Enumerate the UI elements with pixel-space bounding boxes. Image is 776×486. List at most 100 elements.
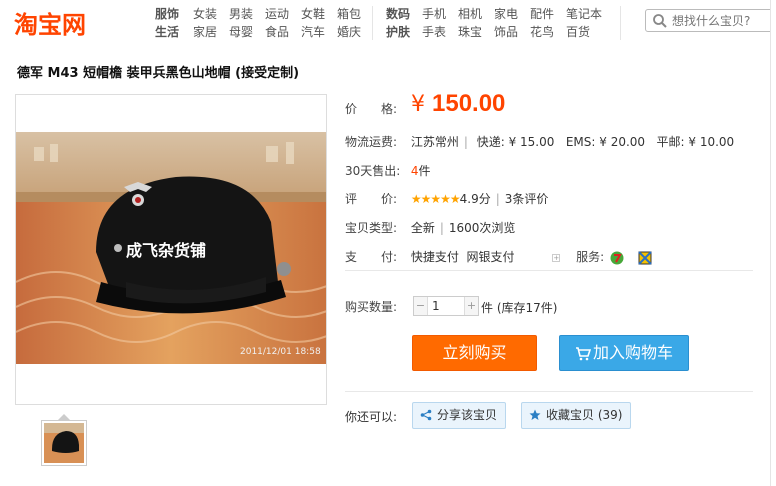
cart-icon [575, 346, 592, 360]
nav-link[interactable]: 笔记本 [566, 5, 602, 23]
qty-decrease-button[interactable]: − [414, 297, 428, 315]
type-label: 宝贝类型: [345, 221, 398, 235]
product-image-frame: 2011/12/01 18:58 成飞杂货铺 [15, 94, 327, 405]
product-title: 德军 M43 短帽檐 装甲兵黑色山地帽 (接受定制) [17, 66, 300, 81]
sold-row: 30天售出: 4件 [345, 162, 430, 179]
rating-score: 4.9分 [459, 192, 491, 206]
nav-column-10: 笔记本 百货 [566, 5, 602, 41]
nav-column-4: 女鞋 汽车 [301, 5, 325, 41]
rating-row: 评 价: ★★★★★4.9分 | 3条评价 [345, 190, 548, 207]
nav-column-1: 女装 家居 [193, 5, 217, 41]
add-to-cart-label: 加入购物车 [592, 343, 673, 362]
nav-divider [372, 6, 373, 40]
share-button[interactable]: 分享该宝贝 [412, 402, 507, 429]
rating-count-link[interactable]: 3条评价 [505, 192, 549, 206]
nav-link[interactable]: 花鸟 [530, 23, 554, 41]
nav-heading-shenghuo[interactable]: 生活 [155, 23, 179, 41]
favorite-label: 收藏宝贝 (39) [546, 408, 623, 422]
qty-increase-button[interactable]: + [464, 297, 478, 315]
star-icon [529, 409, 541, 420]
nav-link[interactable]: 女装 [193, 5, 217, 23]
shipping-row: 物流运费: 江苏常州 | 快递: ¥ 15.00 EMS: ¥ 20.00 平邮:… [345, 133, 734, 150]
pay-quick: 快捷支付 [410, 250, 459, 264]
shipping-label: 物流运费: [345, 135, 398, 149]
nav-heading-column-2: 数码 护肤 [386, 5, 410, 41]
sold-label: 30天售出: [345, 164, 401, 178]
qty-label: 购买数量: [345, 300, 398, 314]
nav-link[interactable]: 手表 [422, 23, 446, 41]
nav-link[interactable]: 女鞋 [301, 5, 325, 23]
buy-now-button[interactable]: 立刻购买 [412, 335, 537, 371]
type-row: 宝贝类型: 全新 | 1600次浏览 [345, 219, 515, 236]
nav-link[interactable]: 男装 [229, 5, 253, 23]
payment-label: 支 付: [345, 250, 398, 264]
svg-text:2011/12/01 18:58: 2011/12/01 18:58 [240, 347, 321, 357]
nav-column-2: 男装 母婴 [229, 5, 253, 41]
nav-link[interactable]: 食品 [265, 23, 289, 41]
rating-label: 评 价: [345, 192, 398, 206]
divider: | [495, 192, 500, 206]
price-value: 150.00 [432, 90, 506, 117]
nav-link[interactable]: 汽车 [301, 23, 325, 41]
nav-link[interactable]: 运动 [265, 5, 289, 23]
taobao-logo[interactable]: 淘宝网 [14, 5, 86, 40]
product-image[interactable]: 2011/12/01 18:58 成飞杂货铺 [16, 132, 326, 364]
nav-column-7: 相机 珠宝 [458, 5, 482, 41]
nav-link[interactable]: 母婴 [229, 23, 253, 41]
nav-link[interactable]: 婚庆 [337, 23, 361, 41]
section-divider [345, 270, 753, 271]
nav-column-3: 运动 食品 [265, 5, 289, 41]
nav-link[interactable]: 百货 [566, 23, 602, 41]
thumbnail-image [44, 423, 84, 463]
top-header: 淘宝网 服饰 生活 女装 家居 男装 母婴 运动 食品 女鞋 汽车 箱包 婚庆 … [0, 0, 776, 46]
search-input[interactable] [672, 11, 776, 30]
image-watermark: 成飞杂货铺 [126, 241, 206, 260]
hat-photo: 2011/12/01 18:58 成飞杂货铺 [16, 132, 326, 364]
search-box[interactable] [645, 9, 776, 32]
nav-link[interactable]: 饰品 [494, 23, 518, 41]
thumbnail-1[interactable] [41, 420, 87, 466]
qty-stock: 件 (库存17件) [481, 301, 558, 315]
shipping-ems: EMS: ¥ 20.00 [565, 135, 646, 149]
nav-link[interactable]: 相机 [458, 5, 482, 23]
view-count: 1600次浏览 [448, 221, 516, 235]
add-to-cart-button[interactable]: 加入购物车 [559, 335, 689, 371]
nav-heading-shuma[interactable]: 数码 [386, 5, 410, 23]
nav-link[interactable]: 配件 [530, 5, 554, 23]
divider: | [463, 135, 468, 149]
nav-heading-hufu[interactable]: 护肤 [386, 23, 410, 41]
also-label: 你还可以: [345, 410, 398, 424]
divider: | [439, 221, 444, 235]
payment-row: 支 付: 快捷支付 网银支付 + 服务: [345, 248, 652, 265]
search-icon [653, 14, 667, 28]
consumer-guarantee-icon[interactable] [638, 250, 652, 265]
share-label: 分享该宝贝 [437, 408, 498, 422]
price-label: 价 格: [345, 102, 398, 116]
payment-more-icon[interactable]: + [552, 253, 561, 262]
sold-unit: 件 [418, 164, 431, 178]
nav-link[interactable]: 家居 [193, 23, 217, 41]
nav-column-8: 家电 饰品 [494, 5, 518, 41]
quantity-stepper[interactable]: − + [413, 296, 479, 316]
type-value: 全新 [410, 221, 435, 235]
nav-column-6: 手机 手表 [422, 5, 446, 41]
nav-link[interactable]: 箱包 [337, 5, 361, 23]
rating-stars-icon: ★★★★★ [410, 192, 461, 206]
qty-input[interactable] [429, 297, 464, 315]
shipping-express: 快递: ¥ 15.00 [476, 135, 555, 149]
section-divider [345, 391, 753, 392]
favorite-button[interactable]: 收藏宝贝 (39) [521, 402, 632, 429]
nav-heading-column: 服饰 生活 [155, 5, 179, 41]
qty-row: 购买数量: [345, 298, 407, 315]
nav-heading-fushi[interactable]: 服饰 [155, 5, 179, 23]
price-currency: ¥ [411, 92, 425, 117]
share-icon [420, 409, 432, 421]
nav-column-5: 箱包 婚庆 [337, 5, 361, 41]
seven-day-return-icon[interactable] [610, 251, 624, 265]
nav-link[interactable]: 手机 [422, 5, 446, 23]
nav-column-9: 配件 花鸟 [530, 5, 554, 41]
nav-link[interactable]: 家电 [494, 5, 518, 23]
shipping-from: 江苏常州 [410, 135, 459, 149]
nav-link[interactable]: 珠宝 [458, 23, 482, 41]
service-label: 服务: [576, 250, 605, 264]
